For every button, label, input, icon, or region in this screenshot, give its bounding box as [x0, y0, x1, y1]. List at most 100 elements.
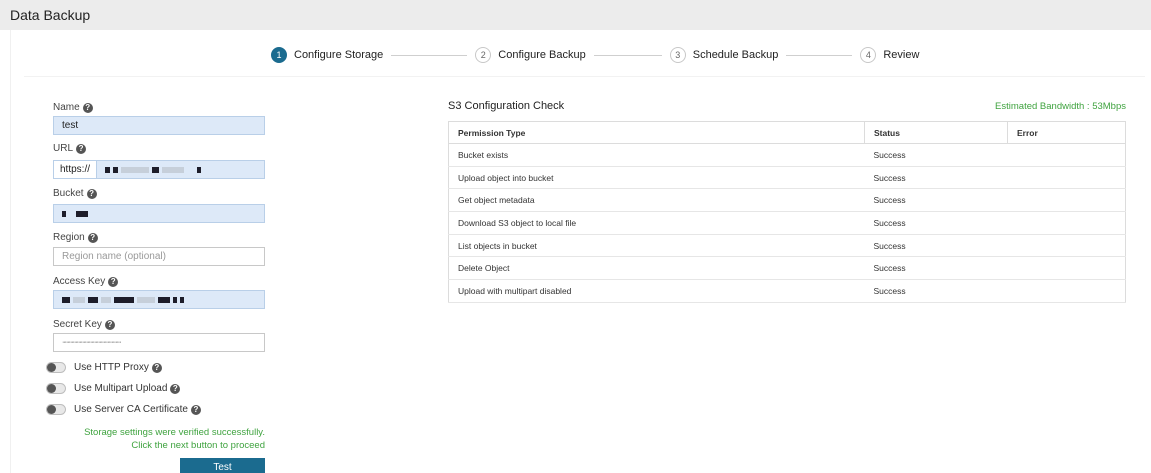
error-cell — [1007, 188, 1126, 213]
table-row: List objects in bucket Success — [448, 233, 1126, 258]
success-line-1: Storage settings were verified successfu… — [84, 427, 265, 438]
question-circle-icon[interactable]: ? — [151, 362, 162, 373]
table-row: Upload object into bucket Success — [448, 165, 1126, 190]
secret-key-label: Secret Key ? — [53, 319, 115, 330]
step-connector — [391, 54, 468, 56]
permission-type-cell: Bucket exists — [448, 143, 865, 167]
status-cell: Success — [864, 211, 1008, 235]
step-label: Schedule Backup — [692, 49, 779, 61]
table-row: Bucket exists Success — [448, 143, 1126, 167]
success-message: Storage settings were verified successfu… — [30, 426, 265, 452]
step-schedule-backup[interactable]: 3 Schedule Backup — [669, 47, 779, 63]
name-label: Name ? — [53, 102, 93, 113]
table-row: Get object metadata Success — [448, 188, 1126, 213]
toggle-label: Use Multipart Upload — [74, 383, 168, 394]
step-number-4: 4 — [860, 47, 877, 63]
label-text: Name — [53, 102, 80, 113]
s3-check-title: S3 Configuration Check — [448, 100, 565, 112]
region-label: Region ? — [53, 232, 98, 243]
question-circle-icon[interactable]: ? — [82, 102, 93, 113]
http-proxy-toggle-row: Use HTTP Proxy ? — [46, 362, 162, 373]
url-protocol-prefix[interactable]: https:// — [54, 161, 98, 178]
estimated-bandwidth: Estimated Bandwidth : 53Mbps — [995, 101, 1126, 112]
status-cell: Success — [864, 165, 1008, 190]
question-circle-icon[interactable]: ? — [76, 143, 87, 154]
error-cell — [1007, 233, 1126, 258]
redacted-bucket-value — [62, 210, 91, 217]
table-row: Delete Object Success — [448, 256, 1126, 281]
redacted-access-key-value — [62, 296, 187, 303]
step-review[interactable]: 4 Review — [860, 47, 919, 63]
toggle-label: Use HTTP Proxy — [74, 362, 149, 373]
table-header-row: Permission Type Status Error — [448, 121, 1126, 144]
status-cell: Success — [864, 233, 1008, 258]
server-ca-toggle[interactable] — [46, 404, 66, 415]
multipart-upload-toggle[interactable] — [46, 383, 66, 394]
server-ca-toggle-row: Use Server CA Certificate ? — [46, 404, 201, 415]
access-key-label: Access Key ? — [53, 276, 119, 287]
step-number-2: 2 — [475, 47, 492, 63]
permissions-table: Permission Type Status Error Bucket exis… — [448, 121, 1126, 303]
permission-type-cell: Delete Object — [448, 256, 865, 281]
question-circle-icon[interactable]: ? — [190, 404, 201, 415]
url-field[interactable]: https:// — [53, 160, 265, 179]
label-text: Bucket — [53, 188, 84, 199]
permission-type-cell: List objects in bucket — [448, 233, 865, 258]
permission-type-cell: Upload object into bucket — [448, 165, 865, 190]
status-cell: Success — [864, 143, 1008, 167]
column-header[interactable]: Status — [864, 121, 1008, 144]
http-proxy-toggle[interactable] — [46, 362, 66, 373]
status-cell: Success — [864, 279, 1008, 303]
step-configure-backup[interactable]: 2 Configure Backup — [475, 47, 586, 63]
toggle-label: Use Server CA Certificate — [74, 404, 188, 415]
label-text: Secret Key — [53, 319, 102, 330]
column-header[interactable]: Permission Type — [448, 121, 865, 144]
status-cell: Success — [864, 188, 1008, 213]
error-cell — [1007, 143, 1126, 167]
status-cell: Success — [864, 256, 1008, 281]
permission-type-cell: Download S3 object to local file — [448, 211, 865, 235]
bucket-label: Bucket ? — [53, 188, 97, 199]
label-text: Region — [53, 232, 85, 243]
step-label: Review — [883, 49, 920, 61]
step-connector — [593, 54, 662, 56]
region-field[interactable] — [53, 247, 265, 266]
region-input[interactable] — [62, 251, 264, 262]
name-input[interactable] — [62, 120, 264, 131]
table-row: Upload with multipart disabled Success — [448, 279, 1126, 303]
access-key-field[interactable] — [53, 290, 265, 309]
secret-key-field[interactable]: ········································… — [53, 333, 265, 352]
step-label: Configure Backup — [498, 49, 586, 61]
permission-type-cell: Upload with multipart disabled — [448, 279, 865, 303]
test-button[interactable]: Test — [180, 458, 265, 473]
question-circle-icon[interactable]: ? — [108, 276, 119, 287]
error-cell — [1007, 279, 1126, 303]
secret-key-masked: ········································… — [62, 339, 122, 346]
wizard-stepper: 1 Configure Storage 2 Configure Backup 3… — [271, 46, 919, 64]
redacted-url-value — [105, 166, 204, 173]
question-circle-icon[interactable]: ? — [170, 383, 181, 394]
question-circle-icon[interactable]: ? — [86, 188, 97, 199]
page-title: Data Backup — [10, 7, 91, 23]
label-text: URL — [53, 143, 74, 154]
question-circle-icon[interactable]: ? — [104, 319, 115, 330]
url-label: URL ? — [53, 143, 87, 154]
top-bar: Data Backup — [0, 0, 1151, 30]
name-field[interactable] — [53, 116, 265, 135]
error-cell — [1007, 211, 1126, 235]
label-text: Access Key — [53, 276, 106, 287]
step-connector — [786, 54, 853, 56]
permission-type-cell: Get object metadata — [448, 188, 865, 213]
question-circle-icon[interactable]: ? — [87, 232, 98, 243]
error-cell — [1007, 256, 1126, 281]
header-divider — [24, 76, 1145, 77]
step-label: Configure Storage — [294, 49, 384, 61]
success-line-2: Click the next button to proceed — [131, 440, 265, 451]
step-number-3: 3 — [669, 47, 686, 63]
step-number-1: 1 — [271, 47, 287, 63]
error-cell — [1007, 165, 1126, 190]
multipart-toggle-row: Use Multipart Upload ? — [46, 383, 181, 394]
bucket-field[interactable] — [53, 204, 265, 223]
column-header[interactable]: Error — [1007, 121, 1126, 144]
step-configure-storage[interactable]: 1 Configure Storage — [271, 47, 383, 63]
